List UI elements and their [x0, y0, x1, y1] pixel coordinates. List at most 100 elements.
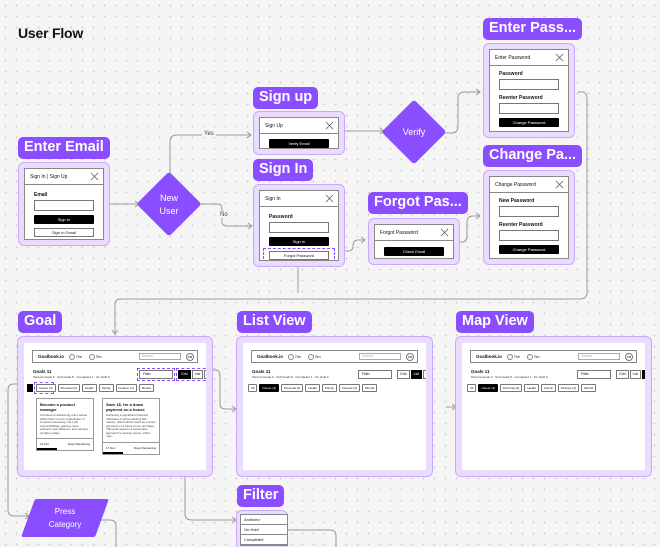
check-email-button[interactable]: Check Email: [384, 247, 444, 256]
chip[interactable]: Mental: [581, 384, 597, 392]
close-icon[interactable]: [555, 180, 564, 189]
pill-2[interactable]: Ten: [89, 354, 102, 360]
chip[interactable]: Family: [322, 384, 337, 392]
pill-1[interactable]: The: [507, 354, 520, 360]
dialog-header: Enter Password: [490, 50, 568, 66]
new-password-input[interactable]: [499, 206, 559, 217]
page-title: User Flow: [18, 25, 84, 41]
view-toggle: Grid List Map: [616, 370, 645, 379]
chip[interactable]: Health: [524, 384, 540, 392]
chip[interactable]: Finance (4): [115, 384, 137, 392]
pill-1[interactable]: The: [288, 354, 301, 360]
chip[interactable]: Career (4): [259, 384, 280, 392]
close-icon[interactable]: [90, 172, 99, 181]
pill-2[interactable]: Ten: [527, 354, 540, 360]
password-input[interactable]: [499, 79, 559, 90]
chip[interactable]: Career (4): [36, 384, 56, 392]
connector-label-no: No: [218, 212, 230, 218]
highlight-forgot-password: Forgot Password: [263, 248, 335, 260]
change-password-button[interactable]: Change Password: [499, 245, 559, 254]
label-change-password: Change Pa...: [483, 145, 583, 167]
dialog-header: Change Password: [490, 177, 568, 193]
goal-card[interactable]: Save 1$. for a down payment on a house A…: [102, 398, 160, 455]
dialog-header: Sign In | Sign Up: [25, 169, 103, 185]
close-icon[interactable]: [325, 194, 334, 203]
chip[interactable]: All: [248, 384, 258, 392]
avatar[interactable]: SM: [186, 353, 194, 361]
decision-verify-text: Verify: [402, 127, 426, 137]
screen-sign-in: Sign In Password Sign In Forgot Password: [253, 184, 345, 267]
avatar[interactable]: SM: [406, 353, 414, 361]
filter-option-archived[interactable]: Archived: [241, 515, 287, 525]
pill-2[interactable]: Ten: [308, 354, 321, 360]
filter-select[interactable]: Filter: [577, 370, 611, 379]
view-grid[interactable]: Grid: [616, 370, 629, 379]
view-map[interactable]: Map: [423, 370, 426, 379]
sign-in-gmail-button[interactable]: Sign In Gmail: [34, 228, 94, 237]
chip[interactable]: Family: [541, 384, 556, 392]
progress-bar: [103, 451, 123, 454]
screen-change-password: Change Password New Password Reenter Pas…: [483, 170, 575, 265]
chip[interactable]: Personal (4): [57, 384, 81, 392]
password-label: Password: [269, 214, 293, 220]
view-map[interactable]: Map: [642, 370, 645, 379]
new-password-label: New Password: [499, 198, 535, 204]
change-password-button[interactable]: Change Password: [499, 118, 559, 127]
view-toggle: Grid List Map: [178, 370, 206, 379]
filter-option-completed[interactable]: Completed: [241, 535, 287, 545]
view-list[interactable]: List: [410, 370, 423, 379]
label-map-view: Map View: [456, 311, 534, 333]
dialog-header: Forgot Password: [375, 225, 453, 241]
chip[interactable]: Finance (4): [338, 384, 361, 392]
chip[interactable]: Mental: [138, 384, 154, 392]
search-input[interactable]: Search: [359, 353, 401, 360]
forgot-password-button[interactable]: Forgot Password: [269, 251, 329, 260]
avatar[interactable]: SM: [625, 353, 633, 361]
search-input[interactable]: Search: [578, 353, 620, 360]
filter-option-on-hold[interactable]: On Hold: [241, 525, 287, 535]
connector-label-yes: Yes: [202, 131, 216, 137]
close-icon[interactable]: [440, 228, 449, 237]
reenter-password-input[interactable]: [499, 103, 559, 114]
search-input[interactable]: Search: [139, 353, 181, 360]
chip[interactable]: Health: [82, 384, 97, 392]
filter-select[interactable]: Filter: [358, 370, 392, 379]
password-input[interactable]: [269, 222, 329, 233]
goal-card[interactable]: Become a product manager Focused on adva…: [36, 398, 94, 451]
sign-in-button[interactable]: Sign In: [269, 237, 329, 246]
screen-enter-password: Enter Password Password Reenter Password…: [483, 43, 575, 138]
view-list[interactable]: List: [629, 370, 642, 379]
app-logo: Goalbook.io: [38, 354, 65, 359]
label-filter: Filter: [237, 485, 285, 507]
view-grid[interactable]: Grid: [397, 370, 410, 379]
view-map[interactable]: Map: [204, 370, 206, 379]
action-press-category-text: Press Category: [48, 507, 82, 529]
chip[interactable]: Mental: [362, 384, 378, 392]
view-grid[interactable]: Grid: [178, 370, 191, 379]
chip[interactable]: Personal (4): [500, 384, 523, 392]
view-list[interactable]: List: [191, 370, 204, 379]
reenter-password-input[interactable]: [499, 230, 559, 241]
category-chips: All Career (4) Personal (4) Health Famil…: [248, 384, 378, 392]
chip[interactable]: All: [467, 384, 477, 392]
label-enter-email: Enter Email: [18, 137, 110, 159]
label-sign-up: Sign up: [253, 87, 319, 109]
email-input[interactable]: [34, 200, 94, 211]
chip-all[interactable]: [27, 384, 33, 392]
chip[interactable]: Finance (4): [557, 384, 580, 392]
category-chips: Career (4) Personal (4) Health Family Fi…: [36, 384, 154, 392]
verify-email-button[interactable]: Verify Email: [269, 139, 329, 148]
connector-filter-out: [288, 529, 337, 547]
close-icon[interactable]: [555, 53, 564, 62]
chip[interactable]: Health: [305, 384, 321, 392]
chip[interactable]: Career (4): [478, 384, 499, 392]
app-topbar: Goalbook.io The Ten Search SM: [251, 350, 418, 363]
sign-in-button[interactable]: Sign In: [34, 215, 94, 224]
close-icon[interactable]: [325, 121, 334, 130]
filter-select[interactable]: Filter: [139, 370, 173, 379]
pill-1[interactable]: The: [69, 354, 82, 360]
chip[interactable]: Personal (4): [281, 384, 304, 392]
chip[interactable]: Family: [98, 384, 114, 392]
connector-verify-to-enterpass: [442, 91, 480, 134]
label-forgot-password: Forgot Pas...: [368, 192, 468, 214]
